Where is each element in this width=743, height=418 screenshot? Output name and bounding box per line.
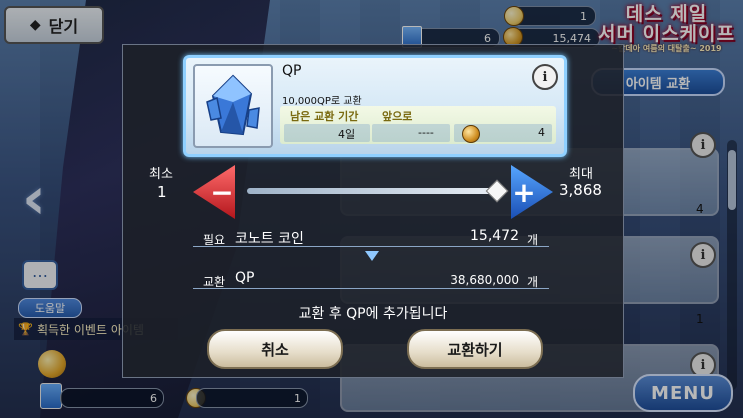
- exchange-note: 교환 후 QP에 추가됩니다: [298, 306, 448, 322]
- exchange-amount: 38,680,000: [450, 273, 519, 287]
- item-stats: 남은 교환 기간 앞으로 4일 ---- 4: [280, 106, 556, 144]
- arrow-down-icon: [365, 251, 379, 261]
- until-value: ----: [418, 126, 434, 139]
- min-label: 최소: [149, 167, 173, 182]
- remaining-box: [284, 124, 370, 142]
- minus-icon: −: [210, 175, 234, 209]
- info-icon[interactable]: i: [532, 64, 558, 90]
- decrease-button[interactable]: −: [193, 165, 235, 219]
- blue-crystal-icon: [206, 74, 260, 136]
- max-value: 3,868: [559, 181, 602, 199]
- increase-button[interactable]: +: [511, 165, 553, 219]
- plus-icon: +: [512, 175, 536, 209]
- cancel-label: 취소: [261, 340, 289, 359]
- coin-icon: [462, 125, 480, 143]
- until-box: [372, 124, 450, 142]
- cancel-button[interactable]: 취소: [207, 329, 343, 369]
- remaining-label: 남은 교환 기간: [290, 110, 359, 123]
- slider-handle[interactable]: [485, 179, 509, 203]
- owned-value: 4: [538, 126, 545, 139]
- required-amount: 15,472: [470, 228, 519, 244]
- item-card: QP i 10,000QP로 교환 남은 교환 기간 앞으로 4일 ---- 4: [183, 55, 567, 157]
- exchange-item-name: QP: [235, 270, 255, 286]
- item-thumbnail: [193, 64, 273, 148]
- min-value: 1: [157, 183, 167, 201]
- required-item-name: 코노트 코인: [235, 231, 304, 247]
- remaining-value: 4일: [338, 128, 356, 141]
- confirm-exchange-button[interactable]: 교환하기: [407, 329, 543, 369]
- divider: [193, 246, 549, 247]
- exchange-dialog: QP i 10,000QP로 교환 남은 교환 기간 앞으로 4일 ---- 4…: [122, 44, 624, 378]
- until-label: 앞으로: [382, 110, 413, 123]
- quantity-slider[interactable]: [247, 188, 501, 194]
- divider: [193, 288, 549, 289]
- confirm-exchange-label: 교환하기: [447, 340, 503, 359]
- max-label: 최대: [569, 167, 593, 182]
- item-description: 10,000QP로 교환: [282, 96, 362, 107]
- item-name: QP: [282, 63, 302, 79]
